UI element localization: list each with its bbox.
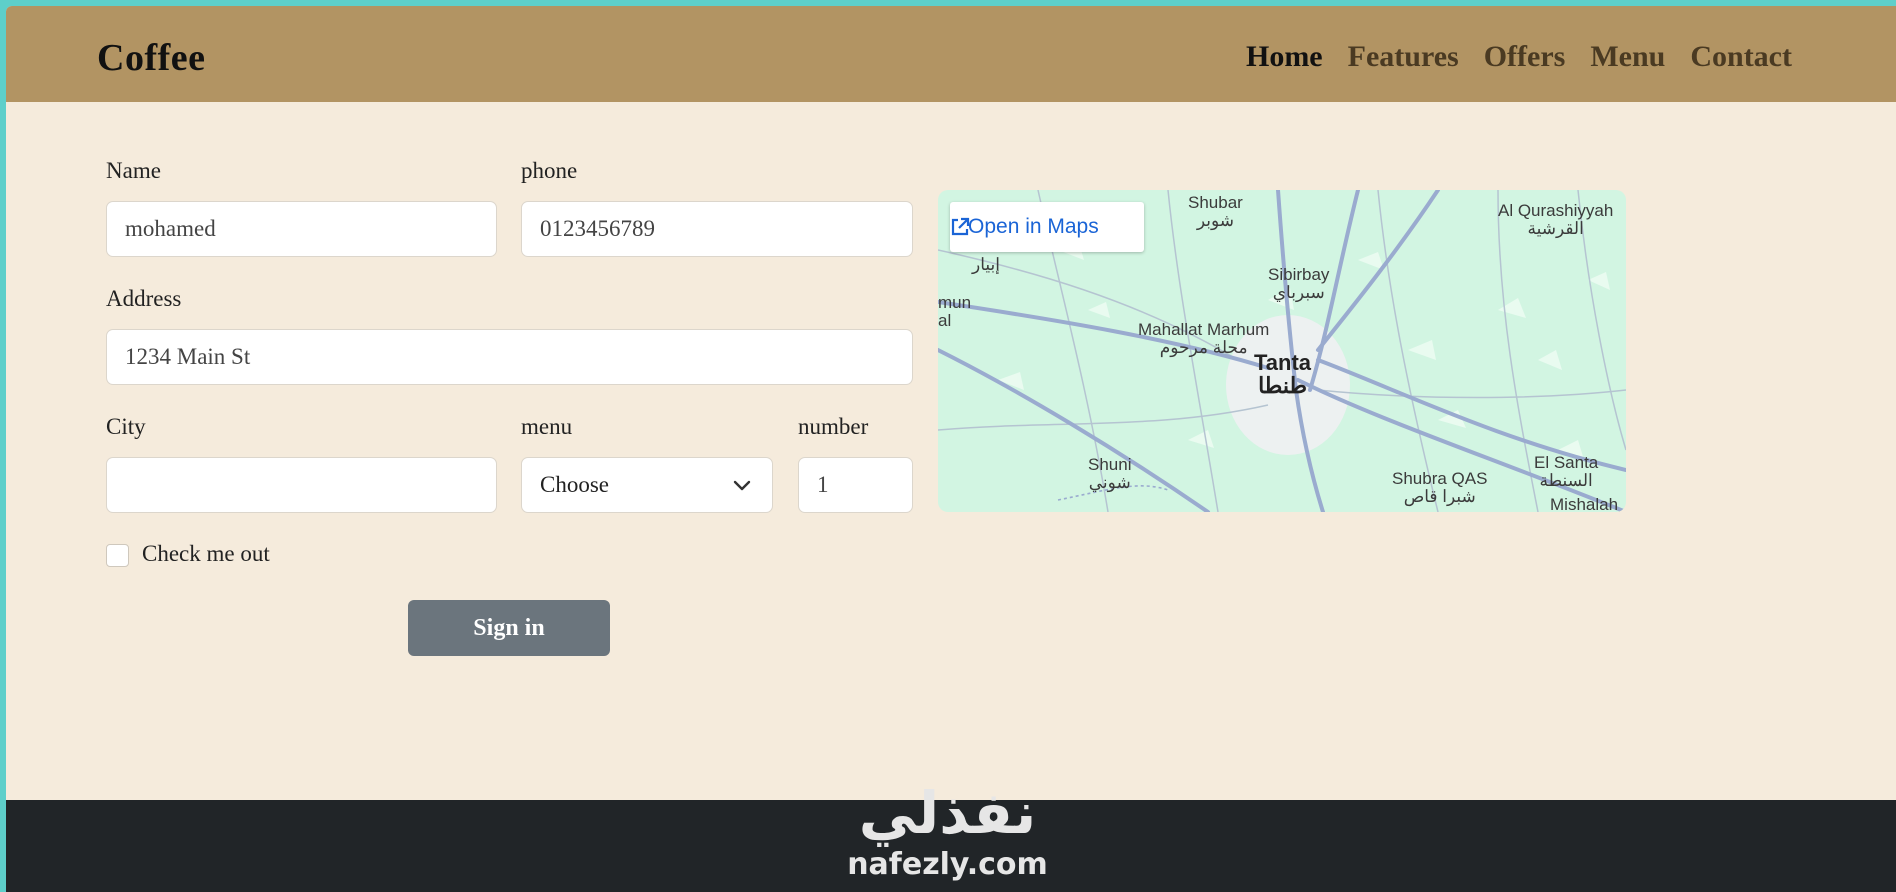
watermark-arabic: نفذلي bbox=[858, 779, 1037, 847]
number-label: number bbox=[798, 414, 869, 439]
open-in-maps-label: Open in Maps bbox=[968, 215, 1099, 238]
nav-menu[interactable]: Menu bbox=[1590, 40, 1665, 74]
name-input[interactable]: mohamed bbox=[106, 201, 497, 257]
nafezly-watermark: نفذلي nafezly.com bbox=[840, 778, 1055, 888]
menu-label: menu bbox=[521, 414, 573, 439]
map-place-shuni: Shuni شوني bbox=[1088, 455, 1132, 492]
watermark-domain: nafezly.com bbox=[847, 847, 1048, 882]
map-embed[interactable]: Open in Maps Shubar شوبر Al Qurashiyyah ال… bbox=[938, 190, 1626, 512]
menu-select-value: Choose bbox=[540, 472, 609, 497]
map-place-edge-west: mun al bbox=[938, 293, 972, 330]
map-place-ibyar: إبيار bbox=[972, 255, 1000, 274]
map-place-el-santa: El Santa السنطة bbox=[1534, 453, 1599, 490]
address-label: Address bbox=[106, 286, 182, 311]
external-link-icon bbox=[951, 217, 970, 236]
nav-links: Home Features Offers Menu Contact bbox=[1246, 40, 1792, 74]
map-place-sibirbay: Sibirbay سبرباي bbox=[1268, 265, 1330, 302]
nav-offers[interactable]: Offers bbox=[1484, 40, 1566, 74]
brand-logo[interactable]: Coffee bbox=[97, 36, 205, 80]
address-input[interactable]: 1234 Main St bbox=[106, 329, 913, 385]
phone-label: phone bbox=[521, 158, 578, 183]
nav-contact[interactable]: Contact bbox=[1690, 40, 1792, 74]
phone-input[interactable]: 0123456789 bbox=[521, 201, 913, 257]
map-place-tanta: Tanta طنطا bbox=[1254, 350, 1312, 398]
number-input[interactable]: 1 bbox=[798, 457, 913, 513]
name-label: Name bbox=[106, 158, 161, 183]
map-place-mahallat-marhum: Mahallat Marhum محلة مرحوم bbox=[1138, 320, 1270, 357]
check-me-out-checkbox[interactable] bbox=[106, 544, 129, 567]
nav-features[interactable]: Features bbox=[1348, 40, 1459, 74]
city-input[interactable] bbox=[106, 457, 497, 513]
check-me-out-label[interactable]: Check me out bbox=[142, 541, 270, 567]
sign-in-button[interactable]: Sign in bbox=[408, 600, 610, 656]
menu-select[interactable]: Choose bbox=[521, 457, 773, 513]
map-place-shubar: Shubar شوبر bbox=[1188, 193, 1243, 230]
nav-home[interactable]: Home bbox=[1246, 40, 1323, 74]
map-place-shubra-qas: Shubra QAS شبرا قاص bbox=[1392, 469, 1488, 506]
page: Coffee Home Features Offers Menu Contact… bbox=[6, 6, 1896, 892]
city-label: City bbox=[106, 414, 146, 439]
navbar: Coffee Home Features Offers Menu Contact bbox=[6, 6, 1896, 102]
open-in-maps-link[interactable]: Open in Maps bbox=[950, 202, 1144, 252]
map-place-mishalah: Mishalah bbox=[1550, 495, 1619, 513]
map-place-al-qurashiyyah: Al Qurashiyyah القرشية bbox=[1498, 201, 1614, 238]
chevron-down-icon bbox=[733, 480, 751, 491]
